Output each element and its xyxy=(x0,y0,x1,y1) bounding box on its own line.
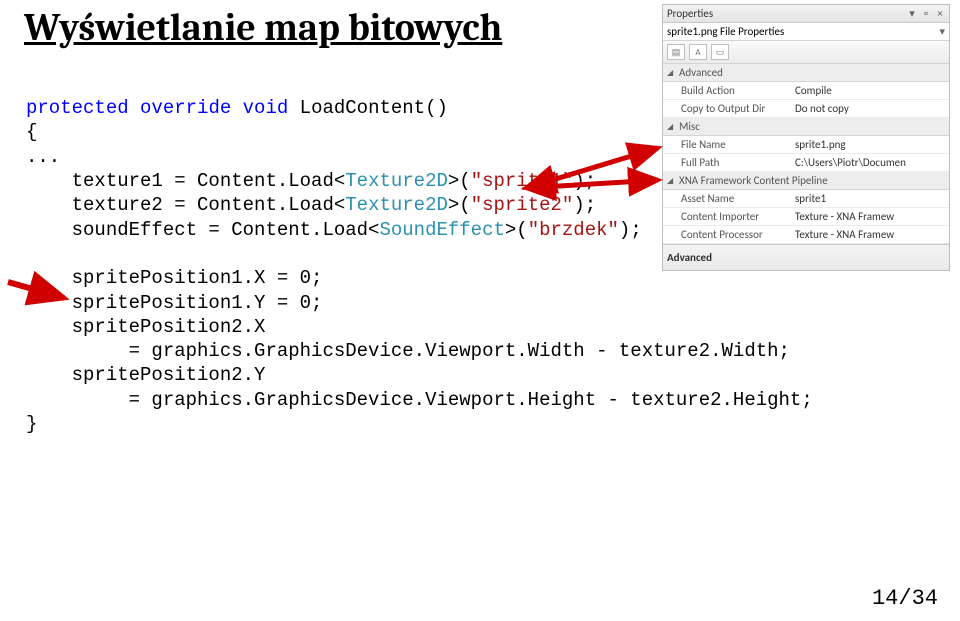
code-token: spritePosition2.X xyxy=(26,316,265,338)
dropdown-icon[interactable]: ▾ xyxy=(907,7,917,20)
property-row[interactable]: Build Action Compile xyxy=(663,82,949,100)
code-token: ... xyxy=(26,146,60,168)
code-token: override xyxy=(140,97,231,119)
property-category[interactable]: ◢ XNA Framework Content Pipeline xyxy=(663,172,949,190)
property-key: Full Path xyxy=(663,154,791,171)
property-value: Compile xyxy=(791,82,949,99)
alpha-button[interactable]: A xyxy=(689,44,707,60)
property-category[interactable]: ◢ Misc xyxy=(663,118,949,136)
property-value: Texture - XNA Framew xyxy=(791,226,949,243)
properties-title: Properties xyxy=(667,7,713,20)
code-token: = graphics.GraphicsDevice.Viewport.Heigh… xyxy=(26,389,813,411)
close-icon[interactable]: × xyxy=(935,7,945,20)
property-value: sprite1.png xyxy=(791,136,949,153)
page-number: 14/34 xyxy=(872,586,938,611)
collapse-icon: ◢ xyxy=(667,176,675,186)
code-token: "brzdek" xyxy=(528,219,619,241)
property-value: sprite1 xyxy=(791,190,949,207)
code-token: texture1 = Content.Load< xyxy=(26,170,345,192)
property-key: Build Action xyxy=(663,82,791,99)
property-row[interactable]: Asset Name sprite1 xyxy=(663,190,949,208)
properties-panel: Properties ▾ ▫ × sprite1.png File Proper… xyxy=(662,4,950,271)
code-token: Texture2D xyxy=(345,170,448,192)
code-token: Texture2D xyxy=(345,194,448,216)
collapse-icon: ◢ xyxy=(667,68,675,78)
properties-subheader: sprite1.png File Properties ▾ xyxy=(663,23,949,41)
annotation-arrow-top xyxy=(518,140,668,210)
annotation-arrow-left xyxy=(4,278,84,318)
code-token: ); xyxy=(619,219,642,241)
property-row[interactable]: Content Processor Texture - XNA Framew xyxy=(663,226,949,244)
code-token: soundEffect = Content.Load< xyxy=(26,219,379,241)
code-token: LoadContent() xyxy=(288,97,448,119)
code-token: >( xyxy=(448,170,471,192)
code-token: SoundEffect xyxy=(379,219,504,241)
property-key: Content Importer xyxy=(663,208,791,225)
code-token: { xyxy=(26,121,37,143)
category-label: XNA Framework Content Pipeline xyxy=(679,174,828,187)
property-value: Do not copy xyxy=(791,100,949,117)
code-token: protected xyxy=(26,97,129,119)
code-token: = graphics.GraphicsDevice.Viewport.Width… xyxy=(26,340,790,362)
property-key: Asset Name xyxy=(663,190,791,207)
category-label: Advanced xyxy=(679,66,723,79)
properties-toolbar: ▤ A ▭ xyxy=(663,41,949,64)
property-key: Content Processor xyxy=(663,226,791,243)
property-key: Copy to Output Dir xyxy=(663,100,791,117)
category-label: Misc xyxy=(679,120,700,133)
property-row[interactable]: Copy to Output Dir Do not copy xyxy=(663,100,949,118)
property-category[interactable]: ◢ Advanced xyxy=(663,64,949,82)
code-token: >( xyxy=(448,194,471,216)
property-value: C:\Users\Piotr\Documen xyxy=(791,154,949,171)
code-token: >( xyxy=(505,219,528,241)
properties-footer: Advanced xyxy=(663,244,949,270)
collapse-icon: ◢ xyxy=(667,122,675,132)
categorize-button[interactable]: ▤ xyxy=(667,44,685,60)
property-row[interactable]: File Name sprite1.png xyxy=(663,136,949,154)
chevron-down-icon[interactable]: ▾ xyxy=(939,25,945,38)
code-token: spritePosition2.Y xyxy=(26,364,265,386)
prop-pages-button[interactable]: ▭ xyxy=(711,44,729,60)
properties-header: Properties ▾ ▫ × xyxy=(663,5,949,23)
property-row[interactable]: Full Path C:\Users\Piotr\Documen xyxy=(663,154,949,172)
code-token: } xyxy=(26,413,37,435)
property-key: File Name xyxy=(663,136,791,153)
properties-object: sprite1.png File Properties xyxy=(667,25,784,38)
property-row[interactable]: Content Importer Texture - XNA Framew xyxy=(663,208,949,226)
pin-icon[interactable]: ▫ xyxy=(921,7,931,20)
property-value: Texture - XNA Framew xyxy=(791,208,949,225)
code-token: void xyxy=(243,97,289,119)
code-token: texture2 = Content.Load< xyxy=(26,194,345,216)
